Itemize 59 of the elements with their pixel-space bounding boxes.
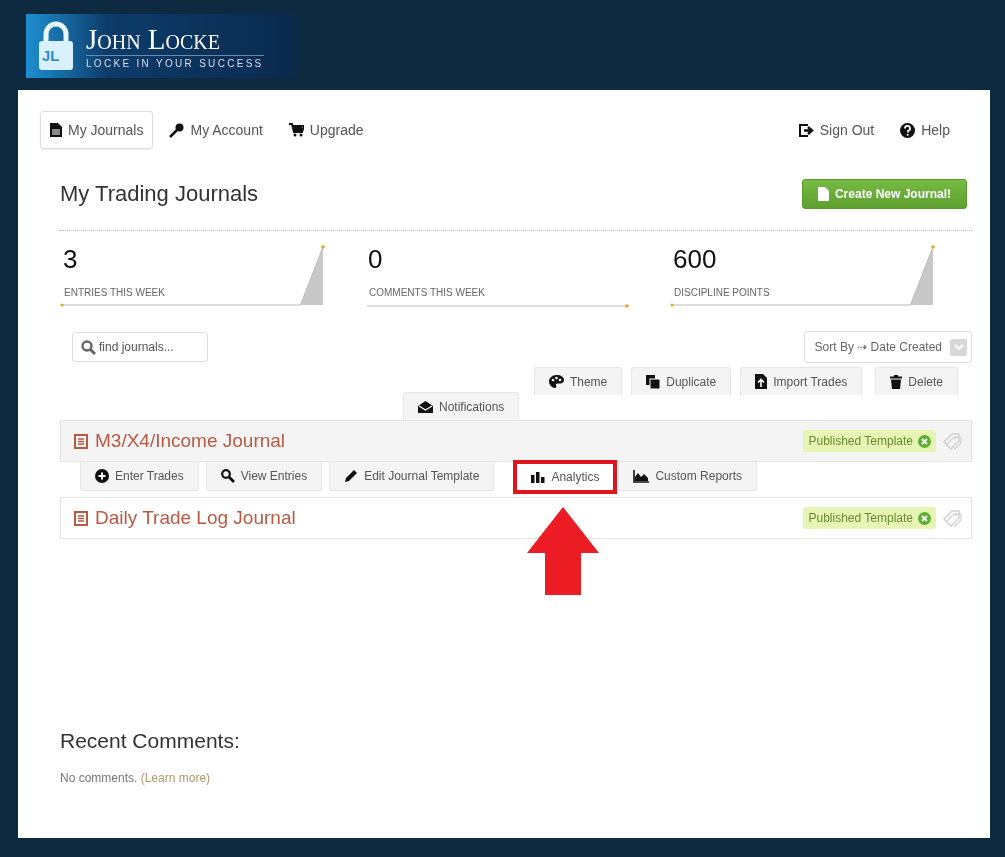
logo-tagline: LOCKE IN YOUR SUCCESS <box>86 55 264 69</box>
padlock-icon <box>36 20 76 72</box>
document-icon <box>74 510 88 526</box>
published-badge: Published Template <box>803 507 936 529</box>
stat-value: 0 <box>367 244 384 275</box>
cart-icon <box>288 123 304 137</box>
plus-circle-icon <box>95 469 109 483</box>
document-icon <box>74 433 88 449</box>
pencil-icon <box>344 469 359 483</box>
published-badge: Published Template <box>803 430 936 452</box>
remove-icon[interactable] <box>918 511 931 525</box>
toolbar-button[interactable]: Delete <box>875 367 958 395</box>
upload-file-icon <box>755 374 768 389</box>
nav-tab[interactable]: Upgrade <box>278 111 374 149</box>
tag-icon[interactable] <box>943 432 963 450</box>
toolbar-button[interactable]: Duplicate <box>631 367 732 395</box>
journal-action-button[interactable]: Custom Reports <box>618 462 758 491</box>
palette-icon <box>548 375 564 388</box>
nav-tab[interactable]: My Account <box>159 111 273 149</box>
nav-link[interactable]: Sign Out <box>788 111 885 149</box>
section-heading: Recent Comments: <box>60 729 241 753</box>
envelope-icon <box>418 400 433 413</box>
journal-row[interactable]: M3/X4/Income Journal Published Template <box>60 420 972 462</box>
journal-title[interactable]: Daily Trade Log Journal <box>95 507 296 529</box>
journal-row[interactable]: Daily Trade Log Journal Published Template <box>60 497 972 539</box>
toolbar-button[interactable]: Import Trades <box>740 367 863 395</box>
logo-monogram: JL <box>42 47 60 64</box>
no-comments-text: No comments. <box>60 771 138 785</box>
toolbar-button[interactable]: Theme <box>533 367 623 395</box>
sign-out-icon <box>798 123 814 137</box>
chevron-down-icon <box>950 338 967 356</box>
search-icon <box>220 469 235 483</box>
page-title: My Trading Journals <box>60 181 259 207</box>
key-icon <box>169 122 185 138</box>
document-icon <box>50 123 62 137</box>
stat-label: COMMENTS THIS WEEK <box>368 287 486 298</box>
toolbar-button[interactable]: Notifications <box>403 392 520 420</box>
area-chart-icon <box>633 469 650 483</box>
remove-icon[interactable] <box>918 434 931 448</box>
stat-value: 600 <box>672 244 718 275</box>
bar-chart-icon <box>531 471 546 483</box>
trash-icon <box>890 374 903 389</box>
help-icon <box>900 122 916 138</box>
stat-label: ENTRIES THIS WEEK <box>63 287 166 298</box>
logo-title: John Locke <box>86 23 221 55</box>
stat-value: 3 <box>62 244 79 275</box>
document-icon <box>817 187 829 201</box>
journal-title[interactable]: M3/X4/Income Journal <box>95 430 286 452</box>
sort-dropdown[interactable]: Sort By ⇢ Date Created <box>803 331 972 363</box>
tag-icon[interactable] <box>943 509 963 527</box>
nav-tab[interactable]: My Journals <box>40 111 154 149</box>
search-box[interactable]: find journals... <box>72 332 208 362</box>
search-icon <box>81 339 96 355</box>
copy-icon <box>646 374 661 389</box>
nav-link[interactable]: Help <box>890 111 960 149</box>
journal-action-button[interactable]: View Entries <box>205 462 323 491</box>
journal-action-button[interactable]: Enter Trades <box>80 462 199 491</box>
journal-action-button[interactable]: Edit Journal Template <box>329 462 495 491</box>
stat-label: DISCIPLINE POINTS <box>673 287 771 298</box>
